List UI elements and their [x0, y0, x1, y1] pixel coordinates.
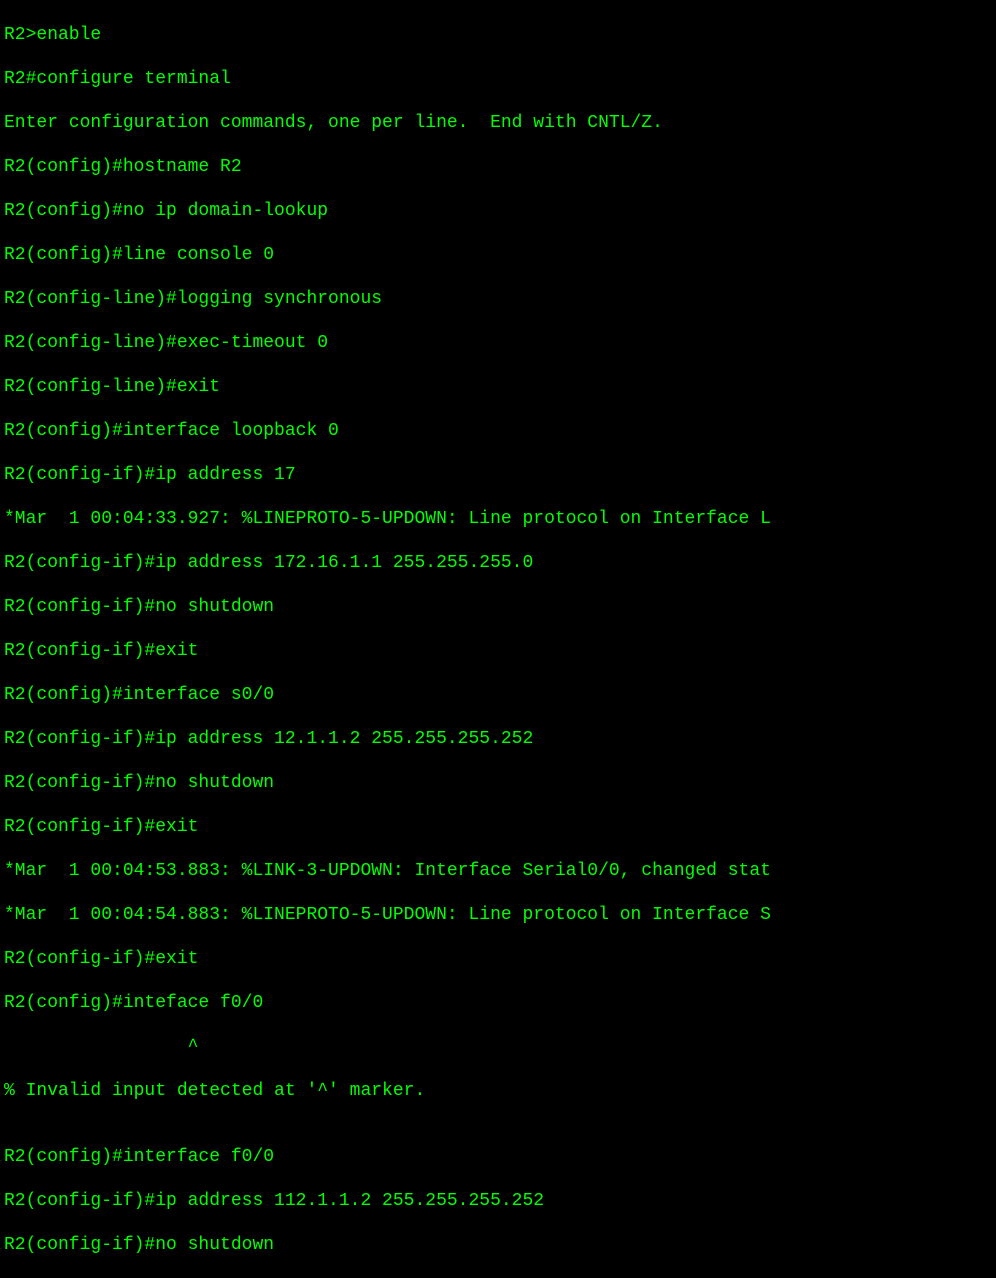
terminal-line: R2(config-if)#no shutdown [4, 596, 992, 618]
terminal-line: R2(config-if)#no shutdown [4, 1234, 992, 1256]
terminal-line: R2(config-if)#no shutdown [4, 772, 992, 794]
terminal-line: *Mar 1 00:04:53.883: %LINK-3-UPDOWN: Int… [4, 860, 992, 882]
terminal-line: R2(config)#no ip domain-lookup [4, 200, 992, 222]
terminal-line: R2(config-line)#logging synchronous [4, 288, 992, 310]
terminal-line: R2>enable [4, 24, 992, 46]
terminal-line: R2(config)#inteface f0/0 [4, 992, 992, 1014]
terminal-line: R2(config-if)#exit [4, 640, 992, 662]
terminal-line: R2(config)#hostname R2 [4, 156, 992, 178]
terminal-line: *Mar 1 00:04:33.927: %LINEPROTO-5-UPDOWN… [4, 508, 992, 530]
terminal-line: *Mar 1 00:04:54.883: %LINEPROTO-5-UPDOWN… [4, 904, 992, 926]
terminal-line: R2(config-line)#exit [4, 376, 992, 398]
terminal-line: R2(config)#interface f0/0 [4, 1146, 992, 1168]
terminal-line: Enter configuration commands, one per li… [4, 112, 992, 134]
terminal-line: R2(config-if)#exit [4, 948, 992, 970]
terminal-line: R2(config-if)#ip address 17 [4, 464, 992, 486]
terminal-line: R2(config)#line console 0 [4, 244, 992, 266]
terminal-line: R2(config-if)#ip address 12.1.1.2 255.25… [4, 728, 992, 750]
terminal-line: ^ [4, 1036, 992, 1058]
terminal-line: R2(config-if)#ip address 172.16.1.1 255.… [4, 552, 992, 574]
terminal-line: R2(config)#interface loopback 0 [4, 420, 992, 442]
terminal-line: R2(config)#interface s0/0 [4, 684, 992, 706]
terminal-line: R2#configure terminal [4, 68, 992, 90]
terminal-line: % Invalid input detected at '^' marker. [4, 1080, 992, 1102]
terminal-line: R2(config-if)#exit [4, 816, 992, 838]
terminal-line: R2(config-if)#ip address 112.1.1.2 255.2… [4, 1190, 992, 1212]
terminal-output[interactable]: R2>enable R2#configure terminal Enter co… [4, 2, 992, 674]
terminal-line: R2(config-line)#exec-timeout 0 [4, 332, 992, 354]
